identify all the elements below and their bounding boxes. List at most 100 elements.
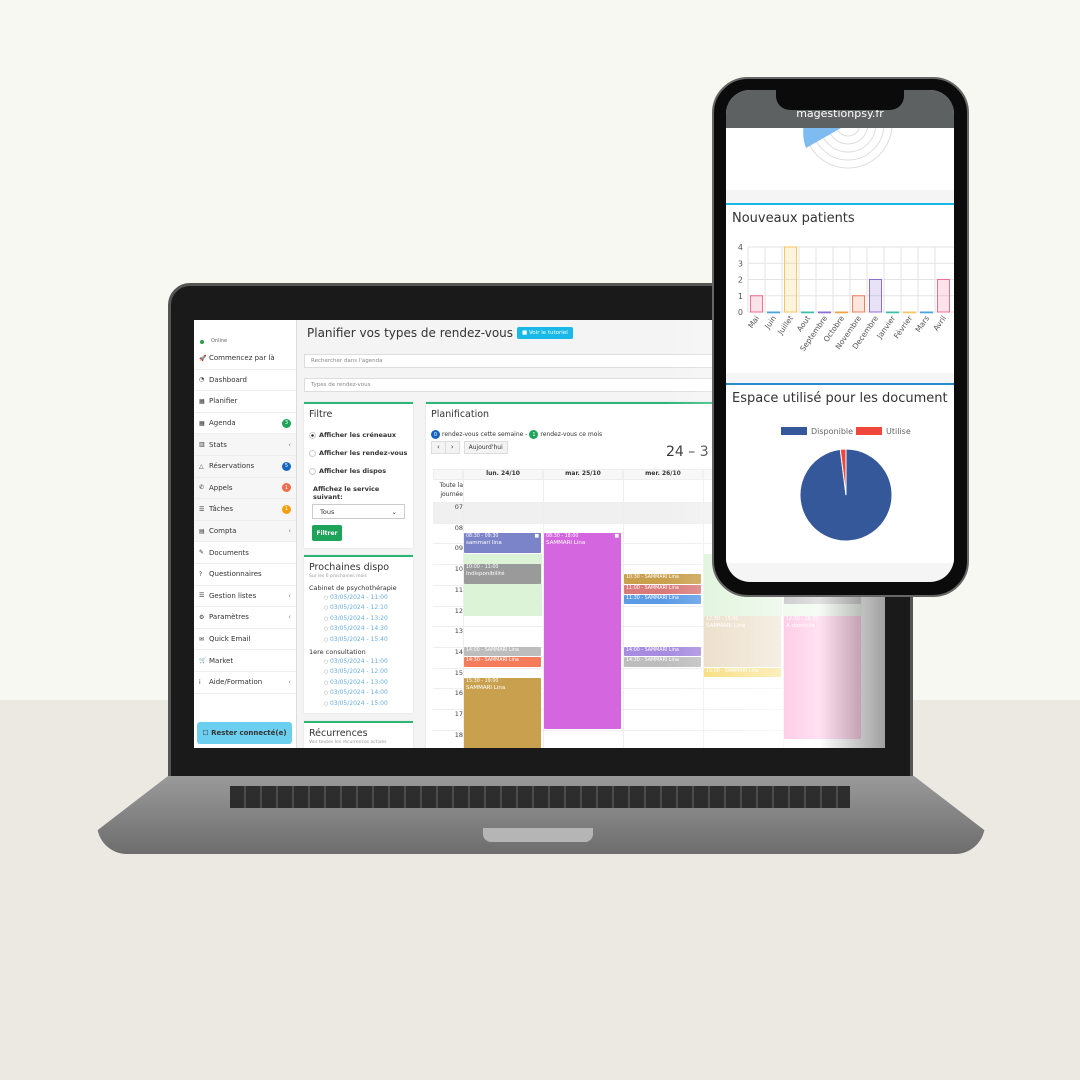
filter-title: Filtre	[309, 409, 333, 420]
event-title: SAMMARI Lina	[466, 684, 506, 691]
sidebar-item[interactable]: 🛒 Market	[194, 650, 296, 672]
slot-link[interactable]: 03/05/2024 - 13:00	[324, 678, 413, 688]
sidebar-item[interactable]: ? Questionnaires	[194, 564, 296, 586]
hour-label: 17	[454, 710, 463, 718]
calendar-event[interactable]: 08:30 - 09:30 sammari lina ■	[464, 533, 541, 553]
online-dot	[200, 340, 204, 344]
slot-link[interactable]: 03/05/2024 - 14:00	[324, 688, 413, 698]
calendar-event[interactable]: 14:00 - SAMMARI Lina	[624, 646, 701, 657]
calendar-event[interactable]: 14:00 - SAMMARI Lina	[464, 646, 541, 657]
x-tick-label: Février	[892, 313, 915, 340]
calendar-icon: ▦	[199, 397, 205, 405]
polar-segment	[803, 124, 848, 148]
slot-link[interactable]: 03/05/2024 - 11:00	[324, 593, 413, 603]
tutorial-label: Voir le tutoriel	[528, 330, 568, 336]
event-time: 11:00 - SAMMARI Lina	[626, 585, 679, 591]
count-badge: 1	[282, 504, 291, 514]
sidebar-item[interactable]: ✆ Appels 1	[194, 477, 296, 500]
event-title: À domicile	[786, 622, 815, 629]
legend-label: Disponible	[811, 427, 853, 436]
count-badge: 1	[282, 483, 291, 493]
laptop-keyboard	[230, 786, 850, 808]
sidebar-item[interactable]: ⚙ Paramètres ‹	[194, 607, 296, 629]
sidebar-item[interactable]: △ Réservations 5	[194, 455, 296, 478]
y-tick-label: 3	[738, 259, 743, 268]
slot-link[interactable]: 03/05/2024 - 13:20	[324, 614, 413, 624]
slot-link[interactable]: 03/05/2024 - 12:10	[324, 603, 413, 613]
corner-cell	[433, 469, 463, 480]
event-time: 10:30 - SAMMARI Lina	[626, 575, 679, 581]
sidebar-item[interactable]: ☰ Tâches 1	[194, 499, 296, 521]
event-title: SAMMARI Lina	[706, 622, 746, 629]
sidebar-item[interactable]: ▦ Planifier	[194, 391, 296, 413]
hour-label: 08	[454, 523, 463, 532]
event-time: 14:00 - SAMMARI Lina	[466, 647, 519, 653]
calendar-event[interactable]: 11:00 - SAMMARI Lina	[624, 584, 701, 595]
sidebar-item[interactable]: ▤ Compta ‹	[194, 520, 296, 543]
slot-link[interactable]: 03/05/2024 - 15:40	[324, 635, 413, 645]
envelope-icon: ✉	[199, 635, 205, 643]
filter-radio[interactable]: Afficher les créneaux	[309, 431, 408, 439]
event-title: Indisponibilité	[466, 571, 505, 578]
prev-week-button[interactable]: ‹	[431, 441, 446, 454]
list-icon: ☰	[199, 505, 205, 513]
chevron-left-icon: ‹	[288, 678, 291, 687]
slot-link[interactable]: 03/05/2024 - 14:30	[324, 624, 413, 634]
sidebar-item-label: Market	[209, 656, 234, 665]
event-time: 14:30 - SAMMARI Lina	[466, 658, 519, 664]
video-icon: ■	[534, 534, 539, 540]
phone-screen: magestionpsy.fr Nouveaux patients 01234M…	[726, 90, 954, 582]
appointment-types-input[interactable]: Types de rendez-vous	[304, 378, 724, 392]
calendar-event[interactable]: 15:30 - 19:00 SAMMARI Lina	[464, 677, 541, 748]
sidebar-item[interactable]: ◔ Dashboard	[194, 370, 296, 392]
date-range: 24 – 3	[666, 444, 709, 460]
sidebar-item[interactable]: i Aide/Formation ‹	[194, 672, 296, 694]
filter-radio[interactable]: Afficher les rendez-vous	[309, 449, 408, 457]
bar	[937, 279, 950, 313]
calendar-event[interactable]: 08:30 - 18:00 SAMMARI Lina ■	[544, 533, 621, 729]
availability-block	[464, 553, 542, 616]
stay-connected-button[interactable]: ☐ Rester connecté(e)	[197, 722, 292, 744]
today-button[interactable]: Aujourd'hui	[463, 441, 508, 454]
calendar-event[interactable]: 12:30 - 15:00 SAMMARI Lina	[704, 615, 781, 667]
calendar-event[interactable]: 12:30 - 18:30 À domicile	[784, 615, 861, 740]
bar	[903, 311, 916, 314]
radio-icon	[309, 431, 316, 439]
sidebar-item[interactable]: ✉ Quick Email	[194, 629, 296, 651]
recurrences-card: Récurrences Voir toutes les récurrences …	[304, 721, 413, 748]
chevron-left-icon: ‹	[288, 591, 291, 600]
calendar-event[interactable]: 14:30 - SAMMARI Lina	[624, 657, 701, 667]
chevron-left-icon: ‹	[288, 527, 291, 536]
tutorial-button[interactable]: ■ Voir le tutoriel	[517, 327, 573, 339]
sidebar-item[interactable]: ☰ Gestion listes ‹	[194, 586, 296, 608]
sidebar: Online 🚀 Commencez par là ◔ Dashboard ▦ Plani…	[194, 320, 297, 748]
sidebar-item[interactable]: ▥ Stats ‹	[194, 434, 296, 456]
slot-link[interactable]: 03/05/2024 - 11:00	[324, 657, 413, 667]
calendar-event[interactable]: 14:30 - SAMMARI Lina	[464, 657, 541, 667]
stay-connected-label: Rester connecté(e)	[211, 729, 287, 737]
all-day-label: Toute la journée	[439, 482, 463, 498]
calendar-event[interactable]: 10:30 - SAMMARI Lina	[624, 574, 701, 584]
chart-icon: ▥	[199, 441, 205, 449]
bar	[886, 311, 899, 314]
paperclip-icon: ✎	[199, 549, 205, 557]
service-select[interactable]: Tous ⌄	[312, 504, 405, 519]
sidebar-item[interactable]: ✎ Documents	[194, 542, 296, 564]
slot-link[interactable]: 03/05/2024 - 12:00	[324, 667, 413, 677]
slot-link[interactable]: 03/05/2024 - 15:00	[324, 699, 413, 709]
sidebar-item[interactable]: ▦ Agenda 3	[194, 413, 296, 435]
y-tick-label: 2	[738, 276, 743, 285]
sidebar-item[interactable]: 🚀 Commencez par là	[194, 348, 296, 370]
event-time: 11:30 - SAMMARI Lina	[626, 596, 679, 602]
service-name: Cabinet de psychothérapie	[309, 584, 397, 592]
filter-button[interactable]: Filtrer	[312, 525, 342, 541]
new-patients-chart: 01234Mai JuinJuillet AoutSeptembreOctobreN…	[738, 243, 954, 353]
calendar-event[interactable]: 10:00 - 11:00 Indisponibilité	[464, 564, 541, 584]
calendar-event[interactable]: 15:00 - SAMMARI Lina	[704, 667, 781, 677]
filter-radio[interactable]: Afficher les dispos	[309, 467, 408, 475]
next-week-button[interactable]: ›	[444, 441, 460, 454]
calendar-event[interactable]: 11:30 - SAMMARI Lina	[624, 595, 701, 605]
event-title: SAMMARI Lina	[546, 540, 586, 547]
sidebar-item-label: Planifier	[209, 397, 238, 406]
search-input[interactable]: Rechercher dans l'agenda	[304, 354, 724, 368]
